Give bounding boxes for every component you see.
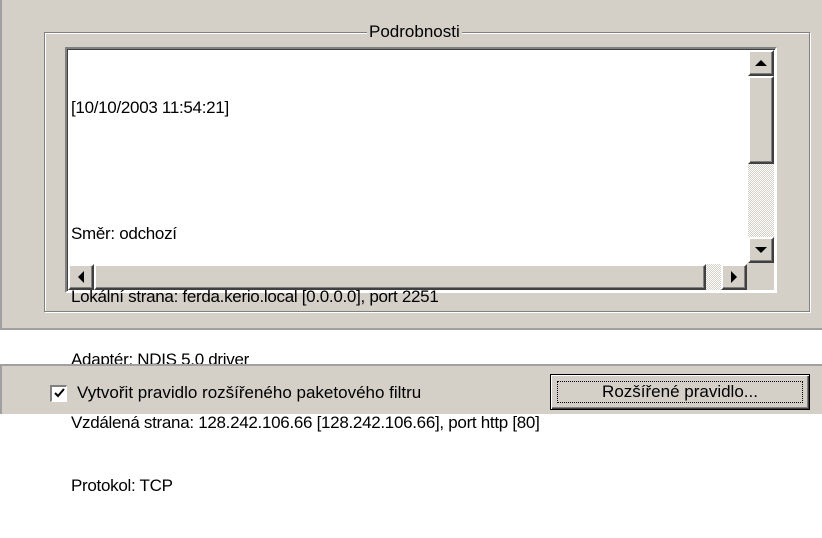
- scroll-down-button[interactable]: [748, 237, 774, 263]
- checkmark-icon: [53, 388, 65, 398]
- arrow-up-icon: [755, 60, 767, 66]
- advanced-rule-button-label: Rozšířené pravidlo...: [602, 382, 758, 401]
- arrow-left-icon: [78, 271, 84, 283]
- details-text: [10/10/2003 11:54:21] Směr: odchozí Loká…: [71, 55, 745, 538]
- vertical-scrollbar[interactable]: [748, 50, 774, 263]
- scrollbar-corner: [747, 263, 774, 290]
- details-textbox[interactable]: [10/10/2003 11:54:21] Směr: odchozí Loká…: [65, 47, 777, 495]
- details-line-timestamp: [10/10/2003 11:54:21]: [71, 98, 229, 117]
- details-line-direction: Směr: odchozí: [71, 224, 177, 243]
- details-line-protocol: Protokol: TCP: [71, 476, 173, 495]
- scroll-left-button[interactable]: [68, 264, 94, 290]
- details-group-title: Podrobnosti: [367, 21, 462, 43]
- details-groupbox: Podrobnosti [10/10/2003 11:54:21] Směr: …: [44, 21, 810, 495]
- scroll-right-button[interactable]: [721, 264, 747, 290]
- vertical-scroll-thumb[interactable]: [748, 76, 774, 164]
- horizontal-scrollbar[interactable]: [68, 264, 747, 290]
- arrow-right-icon: [731, 271, 737, 283]
- details-line-blank: [71, 160, 745, 181]
- create-rule-checkbox[interactable]: [50, 384, 67, 402]
- scroll-up-button[interactable]: [748, 50, 774, 76]
- details-line-remote: Vzdálená strana: 128.242.106.66 [128.242…: [71, 413, 540, 432]
- arrow-down-icon: [755, 247, 767, 253]
- rule-panel: Vytvořit pravidlo rozšířeného paketového…: [0, 364, 822, 414]
- horizontal-scroll-thumb[interactable]: [94, 264, 706, 290]
- create-rule-option[interactable]: Vytvořit pravidlo rozšířeného paketového…: [50, 382, 421, 404]
- create-rule-label: Vytvořit pravidlo rozšířeného paketového…: [77, 383, 422, 402]
- advanced-rule-button[interactable]: Rozšířené pravidlo...: [550, 374, 810, 410]
- details-panel: Podrobnosti [10/10/2003 11:54:21] Směr: …: [0, 0, 822, 495]
